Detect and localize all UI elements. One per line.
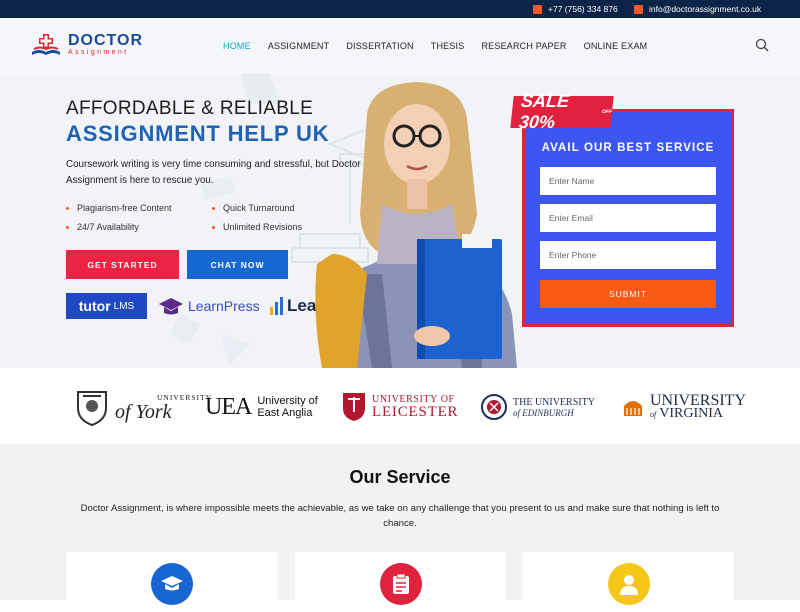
edinburgh-logo: THE UNIVERSITY of EDINBURGH xyxy=(481,388,595,426)
virginia-of: of xyxy=(650,409,657,419)
uea-line-2: East Anglia xyxy=(257,407,313,419)
contact-phone[interactable]: +77 (756) 334 876 xyxy=(533,4,618,14)
phone-icon xyxy=(533,4,542,14)
feature-label: Unlimited Revisions xyxy=(223,222,303,232)
bar-chart-icon xyxy=(270,297,283,315)
nav-research-paper[interactable]: RESEARCH PAPER xyxy=(481,41,566,51)
feature-item: Plagiarism-free Content xyxy=(66,203,172,213)
feature-label: 24/7 Availability xyxy=(77,222,139,232)
search-icon[interactable] xyxy=(755,38,769,52)
sale-label: SALE 30% xyxy=(517,91,571,132)
nav-home[interactable]: HOME xyxy=(223,41,251,51)
contact-email[interactable]: info@doctorassignment.co.uk xyxy=(634,4,761,14)
feature-label: Plagiarism-free Content xyxy=(77,203,172,213)
brand-logo[interactable]: DOCTOR Assignment xyxy=(30,32,143,58)
bullet-icon xyxy=(212,225,215,229)
learnpress-logo: LearnPress xyxy=(158,293,260,319)
bullet-icon xyxy=(66,225,69,229)
section-title: Our Service xyxy=(349,467,451,487)
york-bottom-text: of York xyxy=(115,400,172,423)
hero-headline-1: AFFORDABLE & RELIABLE xyxy=(66,98,314,119)
learnpress-text: LearnPress xyxy=(188,298,260,314)
hero-headline-2: ASSIGNMENT HELP UK xyxy=(66,121,330,146)
crest-icon xyxy=(77,391,107,426)
virginia-line-1: UNIVERSITY xyxy=(650,391,746,409)
hero-section: AFFORDABLE & RELIABLE ASSIGNMENT HELP UK… xyxy=(0,74,800,368)
tutor-lms-logo: tutor LMS xyxy=(66,293,147,319)
york-logo: UNIVERSITY of York xyxy=(75,388,212,426)
brand-name-bottom: Assignment xyxy=(68,49,129,56)
top-bar: +77 (756) 334 876 info@doctorassignment.… xyxy=(0,0,800,18)
sale-badge: SALE 30% OFF xyxy=(510,91,614,132)
rotunda-icon xyxy=(624,401,642,416)
service-card[interactable] xyxy=(295,552,506,612)
feature-item: Unlimited Revisions xyxy=(212,222,302,232)
graduation-cap-icon xyxy=(151,563,193,605)
quote-form: AVAIL OUR BEST SERVICE SUBMIT xyxy=(522,109,734,327)
submit-button[interactable]: SUBMIT xyxy=(540,280,716,308)
edinburgh-line-1: THE UNIVERSITY xyxy=(513,396,595,408)
main-nav: HOME ASSIGNMENT DISSERTATION THESIS RESE… xyxy=(223,41,647,51)
service-card[interactable] xyxy=(523,552,734,612)
section-description: Doctor Assignment, is where impossible m… xyxy=(80,503,720,529)
book-cross-logo-icon xyxy=(32,34,60,55)
email-address[interactable]: info@doctorassignment.co.uk xyxy=(649,4,761,14)
mortarboard-icon xyxy=(159,298,183,315)
writer-icon xyxy=(608,563,650,605)
uea-line-1: University of xyxy=(257,395,318,407)
leicester-logo: UNIVERSITY OF LEICESTER xyxy=(342,388,458,426)
site-header: DOCTOR Assignment HOME ASSIGNMENT DISSER… xyxy=(0,18,800,74)
get-started-button[interactable]: GET STARTED xyxy=(66,250,179,279)
university-logos: UNIVERSITY of York UEA University of Eas… xyxy=(0,368,800,444)
uea-logo: UEA University of East Anglia xyxy=(205,388,318,426)
bullet-icon xyxy=(66,206,69,210)
sale-off-label: OFF xyxy=(601,108,613,115)
form-title: AVAIL OUR BEST SERVICE xyxy=(541,142,715,154)
seal-icon xyxy=(481,394,507,420)
tutor-light: LMS xyxy=(113,300,135,312)
email-field[interactable] xyxy=(540,204,716,232)
nav-online-exam[interactable]: ONLINE EXAM xyxy=(584,41,648,51)
uea-mark: UEA xyxy=(205,393,252,420)
virginia-logo: UNIVERSITY of VIRGINIA xyxy=(622,388,746,426)
nav-dissertation[interactable]: DISSERTATION xyxy=(346,41,413,51)
nav-assignment[interactable]: ASSIGNMENT xyxy=(268,41,330,51)
leicester-line-2: LEICESTER xyxy=(372,404,459,420)
services-section: Our Service Doctor Assignment, is where … xyxy=(0,444,800,612)
virginia-line-2: VIRGINIA xyxy=(659,405,723,421)
service-card[interactable] xyxy=(66,552,277,612)
tutor-bold: tutor xyxy=(78,298,111,314)
feature-label: Quick Turnaround xyxy=(223,203,295,213)
feature-item: 24/7 Availability xyxy=(66,222,139,232)
edinburgh-line-2: of EDINBURGH xyxy=(513,407,574,418)
mail-icon xyxy=(634,4,643,14)
name-field[interactable] xyxy=(540,167,716,195)
student-image xyxy=(315,82,517,368)
nav-thesis[interactable]: THESIS xyxy=(431,41,465,51)
bullet-icon xyxy=(212,206,215,210)
phone-number[interactable]: +77 (756) 334 876 xyxy=(548,4,618,14)
clipboard-icon xyxy=(380,563,422,605)
shield-icon xyxy=(343,393,365,421)
feature-item: Quick Turnaround xyxy=(212,203,295,213)
phone-field[interactable] xyxy=(540,241,716,269)
chat-now-button[interactable]: CHAT NOW xyxy=(187,250,288,279)
brand-name-top: DOCTOR xyxy=(68,32,144,49)
